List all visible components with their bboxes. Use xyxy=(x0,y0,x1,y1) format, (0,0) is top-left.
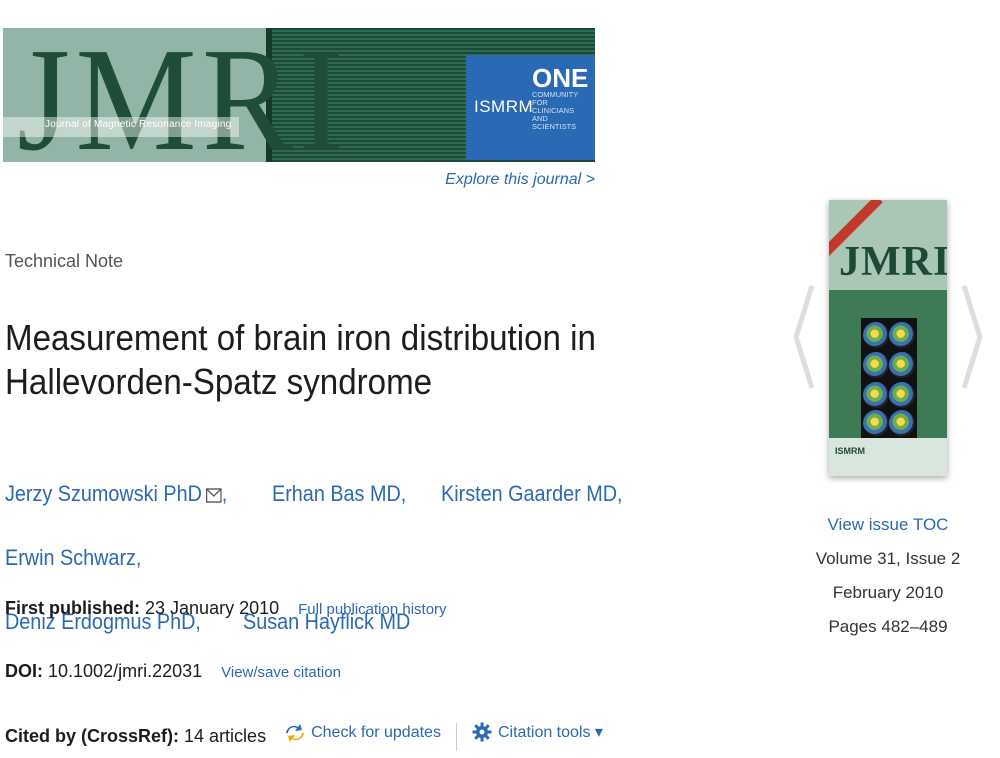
cover-figure-cell xyxy=(889,352,915,378)
author-list: Jerzy Szumowski PhD, Erhan Bas MD, Kirst… xyxy=(5,462,765,654)
cover-figure xyxy=(861,318,917,438)
cover-figure-cell xyxy=(889,382,915,408)
one-logo-line: AND SCIENTISTS xyxy=(532,114,577,131)
author-link[interactable]: Erhan Bas MD, xyxy=(272,462,406,526)
cited-by-row: Cited by (CrossRef): 14 articles Check f… xyxy=(5,722,603,752)
cover-title: JMRI xyxy=(839,239,947,285)
check-updates-label: Check for updates xyxy=(311,724,441,741)
toolbar-divider xyxy=(455,723,457,752)
view-save-citation-link[interactable]: View/save citation xyxy=(221,664,341,681)
cover-figure-cell xyxy=(863,410,889,436)
view-issue-toc-link[interactable]: View issue TOC xyxy=(808,508,968,542)
first-published-row: First published: 23 January 2010 Full pu… xyxy=(5,598,447,619)
cited-by-label: Cited by (CrossRef): xyxy=(5,726,180,746)
mail-icon[interactable] xyxy=(205,488,222,503)
cited-by-count[interactable]: 14 articles xyxy=(184,726,266,746)
journal-logo: JMRI xyxy=(17,28,350,162)
journal-banner[interactable]: JMRI Journal of Magnetic Resonance Imagi… xyxy=(3,28,595,162)
one-community-logo: ONE COMMUNITY FOR CLINICIANS AND SCIENTI… xyxy=(532,65,590,155)
chevron-left-icon[interactable] xyxy=(792,282,816,392)
gear-icon xyxy=(472,722,492,742)
author-link[interactable]: Erwin Schwarz, xyxy=(5,526,141,590)
issue-pages: Pages 482–489 xyxy=(828,617,948,636)
cover-footer xyxy=(829,438,947,476)
doi-row: DOI: 10.1002/jmri.22031 View/save citati… xyxy=(5,661,341,682)
article-type: Technical Note xyxy=(5,251,124,271)
chevron-right-icon[interactable] xyxy=(960,282,984,392)
check-updates-button[interactable]: Check for updates xyxy=(285,724,441,742)
citation-tools-label: Citation tools ▾ xyxy=(497,724,603,741)
cover-figure-cell xyxy=(889,322,915,348)
cover-figure-cell xyxy=(889,410,915,436)
full-history-link[interactable]: Full publication history xyxy=(298,601,446,618)
one-logo-line: FOR CLINICIANS xyxy=(532,98,575,115)
doi-label: DOI: xyxy=(5,661,43,681)
author-link[interactable]: Kirsten Gaarder MD, xyxy=(441,462,623,526)
ismrm-logo: ISMRM xyxy=(474,97,534,116)
first-published-label: First published: xyxy=(5,598,140,618)
cover-figure-cell xyxy=(863,382,889,408)
explore-journal-link[interactable]: Explore this journal > xyxy=(445,171,595,189)
issue-cover-image[interactable]: JMRI ISMRM xyxy=(829,200,947,476)
citation-tools-dropdown[interactable]: Citation tools ▾ xyxy=(472,722,603,742)
crossmark-icon xyxy=(286,724,305,742)
article-title-line: Hallevorden-Spatz syndrome xyxy=(5,361,433,402)
article-title: Measurement of brain iron distribution i… xyxy=(5,316,649,404)
one-logo-word: ONE xyxy=(532,63,589,93)
author-separator: , xyxy=(221,481,228,506)
journal-subtitle: Journal of Magnetic Resonance Imaging xyxy=(45,119,232,130)
doi-value: 10.1002/jmri.22031 xyxy=(48,661,203,681)
first-published-date: 23 January 2010 xyxy=(145,598,280,618)
author-name: Jerzy Szumowski PhD xyxy=(5,481,202,506)
cover-figure-cell xyxy=(863,322,889,348)
issue-info: View issue TOC Volume 31, Issue 2 Februa… xyxy=(808,508,968,644)
author-link[interactable]: Jerzy Szumowski PhD, xyxy=(5,462,227,526)
article-title-line: Measurement of brain iron distribution i… xyxy=(5,317,596,358)
issue-date: February 2010 xyxy=(832,583,944,602)
cover-ismrm-logo: ISMRM xyxy=(835,446,865,456)
cover-figure-cell xyxy=(863,352,889,378)
issue-volume: Volume 31, Issue 2 xyxy=(815,549,961,568)
